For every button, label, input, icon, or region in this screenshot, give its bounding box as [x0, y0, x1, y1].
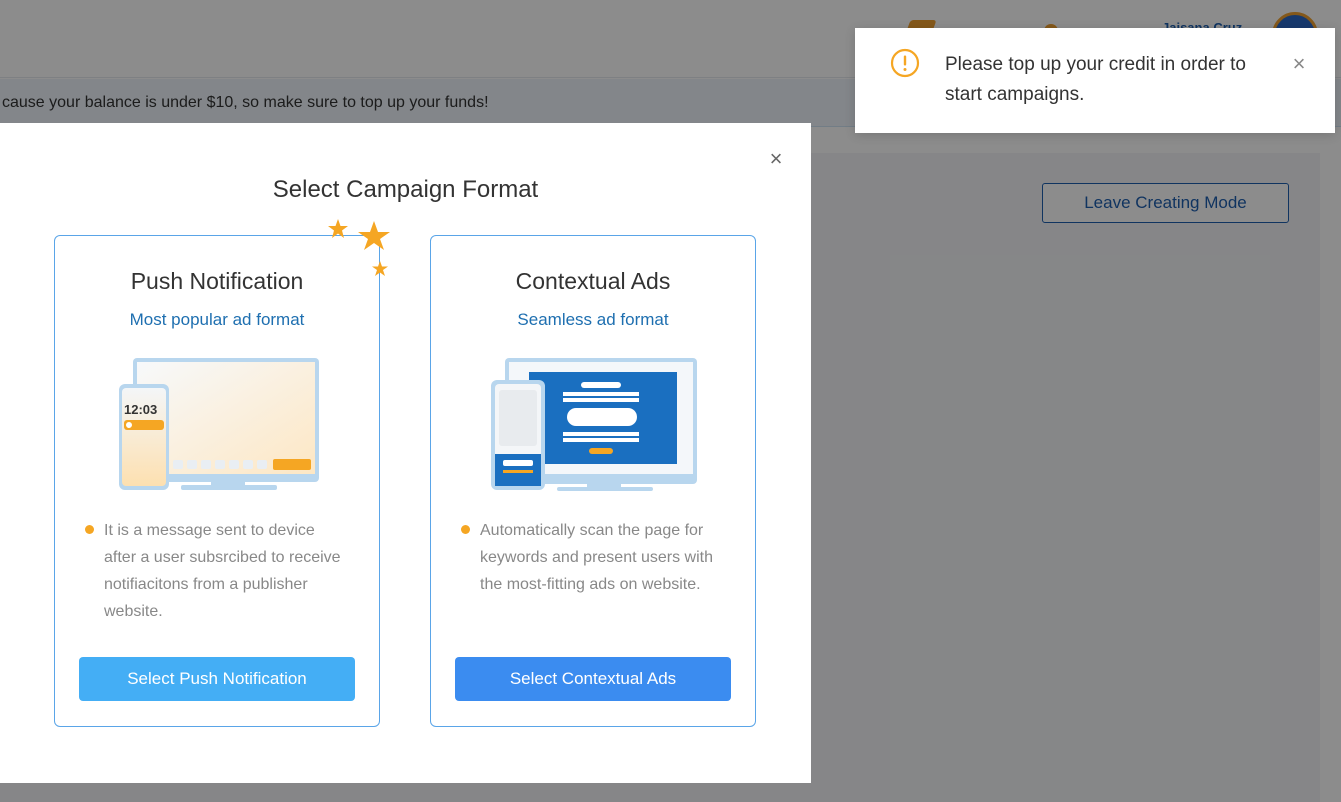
push-notification-illustration: 12:03	[119, 358, 319, 490]
campaign-format-modal: × Select Campaign Format Push Notificati…	[0, 123, 811, 783]
bullet-icon	[85, 520, 101, 536]
card-title: Contextual Ads	[515, 268, 671, 294]
card-subtitle: Seamless ad format	[517, 310, 669, 329]
card-description: Automatically scan the page for keywords…	[480, 522, 713, 593]
credit-warning-toast: Please top up your credit in order to st…	[855, 28, 1335, 133]
close-icon[interactable]: ×	[764, 147, 788, 171]
card-description: It is a message sent to device after a u…	[104, 522, 341, 620]
phone-clock: 12:03	[124, 402, 157, 417]
contextual-ads-illustration	[491, 358, 697, 491]
push-notification-card[interactable]: Push Notification Most popular ad format	[54, 235, 380, 727]
close-icon[interactable]: ×	[1285, 50, 1313, 78]
stars-icon	[328, 219, 390, 276]
modal-title: Select Campaign Format	[272, 176, 539, 203]
toast-message: Please top up your credit in order to st…	[945, 54, 1247, 105]
select-contextual-ads-button[interactable]: Select Contextual Ads	[455, 657, 731, 701]
card-subtitle: Most popular ad format	[129, 310, 305, 329]
select-push-notification-button[interactable]: Select Push Notification	[79, 657, 355, 701]
warning-circle-icon	[890, 48, 920, 78]
contextual-ads-card[interactable]: Contextual Ads Seamless ad format Automa…	[430, 235, 756, 727]
bullet-icon	[461, 520, 477, 536]
